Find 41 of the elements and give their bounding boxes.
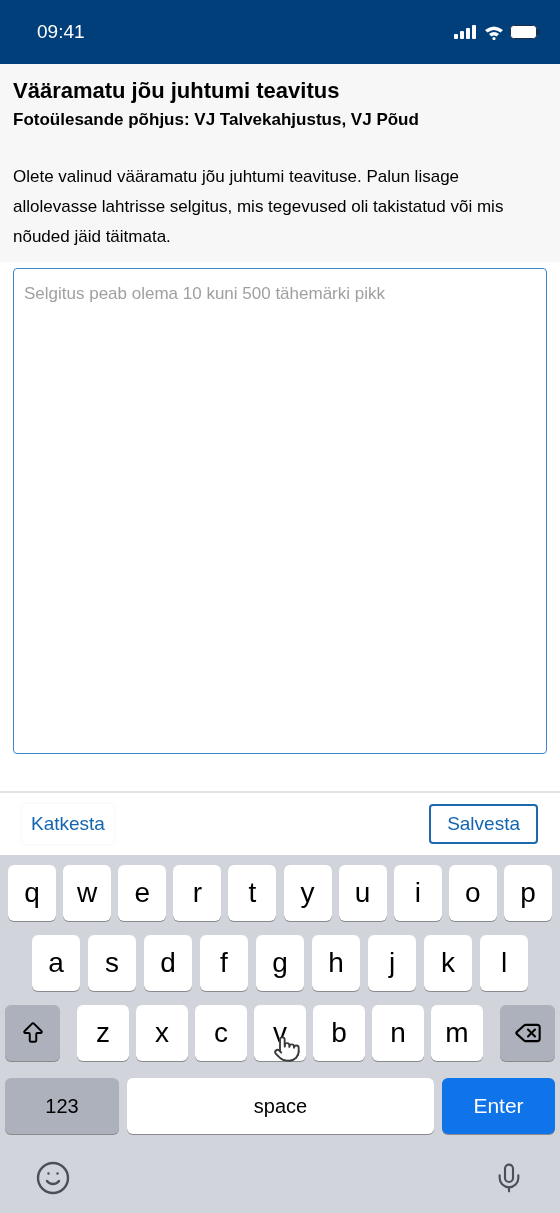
enter-key[interactable]: Enter [442,1078,555,1134]
keyboard-key[interactable]: p [504,865,552,921]
page-title: Vääramatu jõu juhtumi teavitus [13,77,341,105]
instruction-text: Olete valinud vääramatu jõu juhtumi teavituse. Palun lisage allolevasse lahtrisse selgitus, mis tegevused oli takistatud või mis nõuded jäid täitmata. [13,166,505,248]
keyboard-key[interactable]: r [173,865,222,921]
signal-icon [454,25,478,39]
keyboard-key[interactable]: n [372,1005,424,1061]
keyboard-key[interactable]: g [256,935,304,991]
keyboard-key[interactable]: e [118,865,167,921]
battery-icon [510,25,540,39]
shift-key[interactable] [5,1005,60,1061]
keyboard-key[interactable]: t [228,865,277,921]
keyboard-key[interactable]: w [63,865,112,921]
keyboard-key[interactable]: h [312,935,360,991]
keyboard-key[interactable]: x [136,1005,188,1061]
keyboard-key[interactable]: u [338,865,387,921]
keyboard-key[interactable]: k [424,935,472,991]
keyboard-key[interactable]: y [283,865,332,921]
status-time: 09:41 [37,19,85,44]
keyboard-key[interactable]: a [32,935,80,991]
keyboard-key[interactable]: l [480,935,528,991]
keyboard-key[interactable]: i [393,865,442,921]
keyboard-key[interactable]: j [368,935,416,991]
keyboard-key[interactable]: b [313,1005,365,1061]
space-key[interactable]: space [127,1078,434,1134]
cancel-button[interactable]: Katkesta [22,804,114,844]
keyboard-key[interactable]: q [8,865,56,921]
backspace-key[interactable] [500,1005,555,1061]
keyboard-key[interactable]: c [195,1005,247,1061]
wifi-icon [484,24,504,40]
keyboard-key[interactable]: o [448,865,497,921]
numbers-key[interactable]: 123 [5,1078,119,1134]
emoji-icon[interactable] [35,1160,71,1196]
keyboard-key[interactable]: f [200,935,248,991]
keyboard-key[interactable]: z [77,1005,129,1061]
keyboard-key[interactable]: d [144,935,192,991]
page-subtitle: Fotoülesande põhjus: VJ Talvekahjustus, VJ Põud [13,109,420,131]
keyboard-key[interactable]: s [88,935,136,991]
save-button[interactable]: Salvesta [429,804,538,844]
explanation-field[interactable]: Selgitus peab olema 10 kuni 500 tähemärki pikk [13,268,547,754]
keyboard-key[interactable]: m [431,1005,483,1061]
